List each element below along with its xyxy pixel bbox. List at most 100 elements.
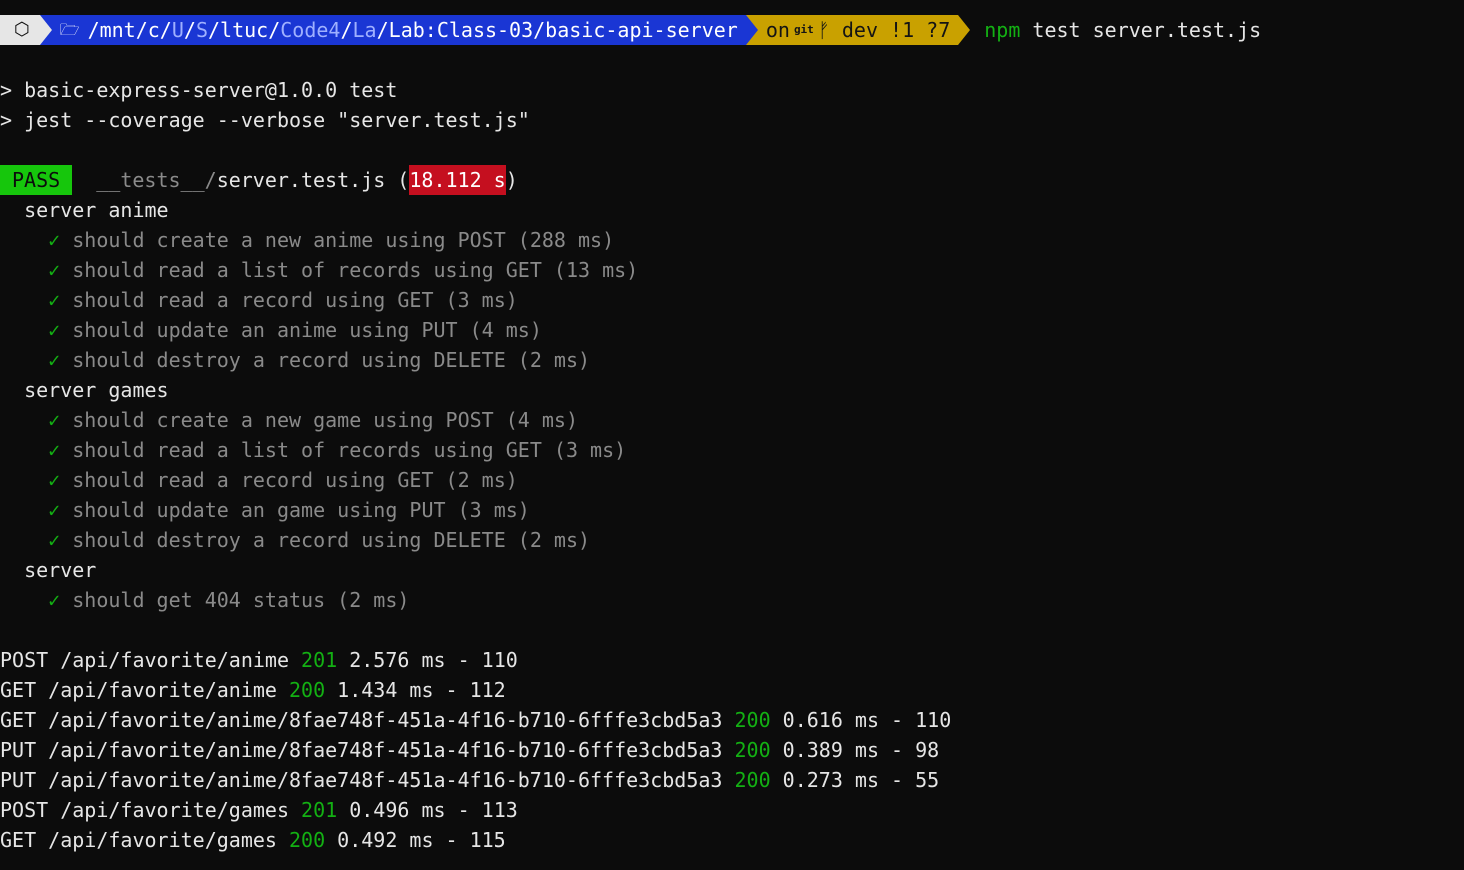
git-segment: on git ᚠ dev !1 ?7 — [757, 15, 959, 45]
path-part: La — [352, 18, 377, 42]
test-case: ✓ should read a record using GET (3 ms) — [0, 285, 1464, 315]
terminal-window[interactable]: ⬡ 🗁 /mnt/c/U/S/ltuc/Code4/La/Lab:Class-03… — [0, 15, 1464, 855]
log-status-code: 200 — [734, 738, 771, 762]
log-line: POST /api/favorite/games 201 0.496 ms - … — [0, 795, 1464, 825]
test-case-label: should destroy a record using DELETE (2 … — [72, 528, 591, 552]
log-request: PUT /api/favorite/anime/8fae748f-451a-4f… — [0, 738, 735, 762]
suite-name: server anime — [0, 195, 1464, 225]
check-icon: ✓ — [48, 438, 61, 462]
test-case-label: should read a record using GET (2 ms) — [72, 468, 518, 492]
suite-name: server — [0, 555, 1464, 585]
test-case-label: should read a record using GET (3 ms) — [72, 288, 518, 312]
command-input[interactable]: npm test server.test.js — [970, 15, 1261, 45]
log-request: GET /api/favorite/anime — [0, 678, 289, 702]
segment-separator-icon — [745, 15, 758, 45]
log-timing: 0.616 ms - 110 — [770, 708, 952, 732]
check-icon: ✓ — [48, 408, 61, 432]
test-case-label: should create a new anime using POST (28… — [72, 228, 615, 252]
log-request: GET /api/favorite/games — [0, 828, 289, 852]
log-status-code: 200 — [734, 768, 771, 792]
log-line: GET /api/favorite/anime/8fae748f-451a-4f… — [0, 705, 1464, 735]
path-segment: 🗁 /mnt/c/U/S/ltuc/Code4/La/Lab:Class-03/b… — [51, 15, 746, 45]
log-timing: 0.496 ms - 113 — [337, 798, 518, 822]
paren: ( — [385, 168, 410, 192]
log-request: POST /api/favorite/games — [0, 798, 302, 822]
log-timing: 2.576 ms - 110 — [337, 648, 518, 672]
log-line: GET /api/favorite/games 200 0.492 ms - 1… — [0, 825, 1464, 855]
git-on-label: on — [765, 18, 790, 42]
log-status-code: 201 — [301, 798, 338, 822]
path-part: / — [183, 18, 196, 42]
check-icon: ✓ — [48, 258, 61, 282]
branch-icon: ᚠ — [817, 18, 830, 42]
test-case: ✓ should create a new anime using POST (… — [0, 225, 1464, 255]
suite-name: server games — [0, 375, 1464, 405]
test-case-label: should get 404 status (2 ms) — [72, 588, 410, 612]
path-part: / — [340, 18, 353, 42]
script-line: > basic-express-server@1.0.0 test — [0, 78, 398, 102]
check-icon: ✓ — [48, 588, 61, 612]
log-timing: 0.273 ms - 55 — [770, 768, 940, 792]
segment-separator-icon — [39, 15, 52, 45]
test-case: ✓ should read a record using GET (2 ms) — [0, 465, 1464, 495]
check-icon: ✓ — [48, 348, 61, 372]
test-case: ✓ should get 404 status (2 ms) — [0, 585, 1464, 615]
duration-badge: 18.112 s — [409, 165, 506, 195]
check-icon: ✓ — [48, 468, 61, 492]
test-file-dir: __tests__/ — [96, 168, 217, 192]
test-case-label: should read a list of records using GET … — [72, 438, 627, 462]
log-status-code: 200 — [734, 708, 771, 732]
test-result-line: PASS __tests__/server.test.js (18.112 s) — [0, 165, 1464, 195]
shell-prompt: ⬡ 🗁 /mnt/c/U/S/ltuc/Code4/La/Lab:Class-03… — [0, 15, 1464, 45]
test-case: ✓ should read a list of records using GE… — [0, 255, 1464, 285]
log-line: PUT /api/favorite/anime/8fae748f-451a-4f… — [0, 735, 1464, 765]
check-icon: ✓ — [48, 288, 61, 312]
paren: ) — [505, 168, 518, 192]
check-icon: ✓ — [48, 498, 61, 522]
log-request: PUT /api/favorite/anime/8fae748f-451a-4f… — [0, 768, 735, 792]
check-icon: ✓ — [48, 528, 61, 552]
test-case-label: should update an game using PUT (3 ms) — [72, 498, 530, 522]
segment-separator-icon — [958, 15, 971, 45]
suite-title: server anime — [24, 198, 169, 222]
check-icon: ✓ — [48, 228, 61, 252]
log-status-code: 200 — [288, 678, 326, 702]
log-timing: 0.492 ms - 115 — [325, 828, 506, 852]
command-program: npm — [984, 18, 1021, 42]
request-log: POST /api/favorite/anime 201 2.576 ms - … — [0, 645, 1464, 855]
test-case: ✓ should read a list of records using GE… — [0, 435, 1464, 465]
test-case: ✓ should create a new game using POST (4… — [0, 405, 1464, 435]
script-line: > jest --coverage --verbose "server.test… — [0, 108, 530, 132]
current-path: /mnt/c/U/S/ltuc/Code4/La/Lab:Class-03/ba… — [88, 15, 738, 45]
log-line: POST /api/favorite/anime 201 2.576 ms - … — [0, 645, 1464, 675]
suite-title: server games — [24, 378, 169, 402]
log-timing: 0.389 ms - 98 — [770, 738, 940, 762]
log-line: PUT /api/favorite/anime/8fae748f-451a-4f… — [0, 765, 1464, 795]
log-request: POST /api/favorite/anime — [0, 648, 302, 672]
path-part: S — [195, 18, 208, 42]
check-icon: ✓ — [48, 318, 61, 342]
test-case-label: should update an anime using PUT (4 ms) — [72, 318, 542, 342]
log-status-code: 200 — [288, 828, 326, 852]
test-file-name: server.test.js — [216, 168, 386, 192]
log-status-code: 201 — [301, 648, 338, 672]
path-part: U — [171, 18, 184, 42]
path-part: Code4 — [280, 18, 341, 42]
test-case: ✓ should update an anime using PUT (4 ms… — [0, 315, 1464, 345]
test-case: ✓ should update an game using PUT (3 ms) — [0, 495, 1464, 525]
folder-icon: 🗁 — [59, 20, 80, 39]
path-part: /ltuc/ — [208, 18, 281, 42]
test-case-label: should read a list of records using GET … — [72, 258, 639, 282]
path-part: /Lab:Class-03/basic-api-server — [376, 18, 738, 42]
os-segment: ⬡ — [0, 15, 40, 45]
log-request: GET /api/favorite/anime/8fae748f-451a-4f… — [0, 708, 735, 732]
git-icon: git — [793, 23, 814, 36]
command-args: test server.test.js — [1020, 18, 1262, 42]
test-suites: server anime ✓ should create a new anime… — [0, 195, 1464, 615]
test-case-label: should create a new game using POST (4 m… — [72, 408, 578, 432]
test-case: ✓ should destroy a record using DELETE (… — [0, 525, 1464, 555]
suite-title: server — [24, 558, 97, 582]
